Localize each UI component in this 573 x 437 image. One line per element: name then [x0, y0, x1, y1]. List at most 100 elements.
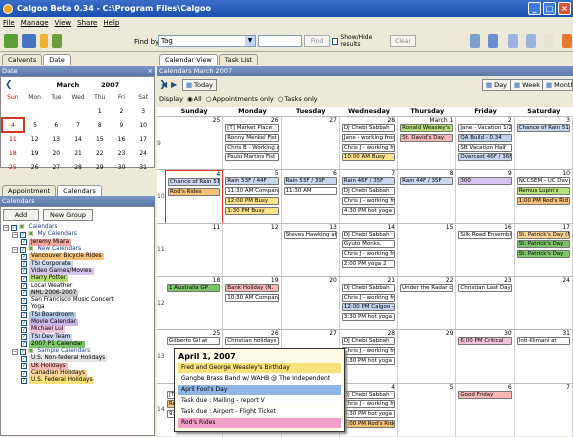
- calendar-tree-item[interactable]: ✓ 2007 P1 Calendar: [3, 340, 116, 348]
- mini-calendar-day[interactable]: 6: [45, 118, 67, 132]
- calendar-icon[interactable]: [22, 33, 36, 48]
- sort-asc-icon[interactable]: [488, 34, 498, 48]
- calendar-checkbox[interactable]: ✓: [21, 297, 27, 304]
- calendar-event[interactable]: Jane - Vacation 1/2: [458, 124, 512, 132]
- mini-calendar-day[interactable]: 2: [111, 104, 133, 118]
- calendar-event[interactable]: Chance of Rain 51F: [516, 124, 570, 132]
- calendar-tree-item[interactable]: ✓ UK Holidays: [3, 362, 116, 370]
- calendar-event[interactable]: QA Build - 0.34: [458, 133, 512, 142]
- popup-event[interactable]: Fred and George Weasley's Birthday: [178, 363, 341, 373]
- calendar-event[interactable]: DJ Chebi Sabbah: [341, 283, 396, 292]
- day-cell[interactable]: 4 Chance of Rain 51F Rod's Rides: [165, 170, 224, 224]
- expand-icon[interactable]: −: [3, 224, 9, 231]
- calendar-checkbox[interactable]: ✓: [20, 348, 26, 355]
- next-period-icon[interactable]: ▶: [171, 80, 177, 89]
- minimize-button[interactable]: _: [528, 2, 541, 15]
- calendar-event[interactable]: Ronald Weasley's: [400, 124, 454, 132]
- mini-calendar-day[interactable]: 15: [89, 132, 111, 146]
- menu-file[interactable]: File: [3, 19, 15, 27]
- calendar-event[interactable]: 10:00 AM Busy: [341, 153, 396, 162]
- calendar-event[interactable]: Steves Hawking at: [283, 230, 337, 239]
- day-cell[interactable]: 25: [165, 117, 224, 171]
- calendar-event[interactable]: Under the Radar conference: [400, 283, 454, 292]
- prev-month-icon[interactable]: ❮: [5, 80, 13, 90]
- mini-calendar-day[interactable]: 25: [2, 160, 24, 174]
- week-view-button[interactable]: ▦ Week: [510, 79, 544, 91]
- day-cell[interactable]: 7: [515, 383, 573, 437]
- day-cell[interactable]: 24: [515, 276, 573, 331]
- calendar-event[interactable]: Chris J - working from: [341, 400, 396, 409]
- day-cell[interactable]: 16Silk Road Ensemble with Yo-Yo Ma at: [456, 223, 515, 277]
- calendar-event[interactable]: Christian holidays: [225, 337, 279, 346]
- mini-calendar-day[interactable]: 24: [132, 146, 154, 160]
- calendar-checkbox[interactable]: ✓: [21, 370, 27, 377]
- calendar-event[interactable]: Silk Road Ensemble with Yo-Yo Ma at: [458, 230, 512, 239]
- calendar-event[interactable]: NCCSEM - UC Dav: [516, 177, 570, 186]
- mini-calendar-day[interactable]: 7: [67, 118, 89, 132]
- calendar-event[interactable]: DJ Chebi Sabbah: [341, 390, 396, 399]
- expand-icon[interactable]: −: [12, 231, 18, 238]
- tab-calvents[interactable]: Calvents: [2, 54, 43, 65]
- calendar-event[interactable]: DJ Chebi Sabbah: [341, 337, 396, 346]
- day-cell[interactable]: 6 Rain 53F / 39F 11:30 AM: [282, 170, 340, 224]
- mini-calendar-day[interactable]: 11: [2, 132, 24, 146]
- refresh-icon[interactable]: [470, 34, 480, 48]
- calendar-checkbox[interactable]: ✓: [21, 334, 27, 341]
- calendar-event[interactable]: 11:30 AM Company: [225, 187, 279, 196]
- calendar-tree-item[interactable]: ✓ U.S. Federal Holidays: [3, 377, 116, 385]
- calendar-event[interactable]: Paulo Martins Fist: [225, 153, 279, 162]
- calendar-event[interactable]: St. Patrick's Day: [516, 250, 570, 259]
- calendar-event[interactable]: 4:30 PM hot yoga 2: [341, 410, 396, 419]
- day-cell[interactable]: 14 DJ Chebi Sabbah Gyuto Monks, Chris J - w…: [340, 223, 399, 277]
- calendar-event[interactable]: 3:30 PM hot yoga 2: [341, 313, 396, 322]
- calendar-event[interactable]: 1 Australia GP: [167, 283, 221, 292]
- calendar-checkbox[interactable]: ✓: [21, 283, 27, 290]
- calendar-tree-item[interactable]: ✓ Harry Potter: [3, 275, 116, 283]
- calendar-checkbox[interactable]: ✓: [21, 326, 27, 333]
- calendar-checkbox[interactable]: ✓: [21, 253, 27, 260]
- calendar-event[interactable]: Bank Holiday (N.: [225, 283, 279, 292]
- mini-calendar-day[interactable]: 13: [45, 132, 67, 146]
- calendar-checkbox[interactable]: ✓: [21, 355, 27, 362]
- mini-calendar-day[interactable]: 3: [132, 104, 154, 118]
- mini-calendar-day[interactable]: 10: [132, 118, 154, 132]
- menu-manage[interactable]: Manage: [21, 19, 49, 27]
- calendar-event[interactable]: Overcast 46F / 36F: [458, 153, 512, 162]
- calendar-tree-item[interactable]: − ✓ ▣ Sample Calendars: [3, 348, 116, 355]
- calendar-tree-item[interactable]: − ✓ ▣ New Calendars: [3, 246, 116, 253]
- new-group-button[interactable]: New Group: [43, 209, 93, 221]
- calendar-checkbox[interactable]: ✓: [21, 341, 27, 348]
- calendar-event[interactable]: Chris J - working from: [341, 250, 396, 259]
- calendar-tree-item[interactable]: − ✓ ▣ Calendars: [3, 224, 116, 231]
- radio-tasks[interactable]: ○: [278, 95, 284, 103]
- calendar-tree-item[interactable]: ✓ U.S. Non-federal Holidays: [3, 355, 116, 363]
- day-cell[interactable]: March 1 Ronald Weasley's St. David's Day: [398, 117, 457, 171]
- calendar-checkbox[interactable]: ✓: [21, 239, 27, 246]
- day-cell[interactable]: 13 Steves Hawking at: [282, 223, 340, 277]
- calendar-event[interactable]: 4:30 PM hot yoga 2: [341, 206, 396, 215]
- mini-calendar-day[interactable]: 23: [111, 146, 133, 160]
- calendar-tree-item[interactable]: ✓ TSI Corporate: [3, 260, 116, 268]
- calendar-event[interactable]: DJ Chebi Sabbah: [341, 124, 396, 132]
- tab-calendar-view[interactable]: Calendar View: [159, 54, 218, 65]
- calendar-checkbox[interactable]: ✓: [21, 261, 27, 268]
- popup-event[interactable]: Task due : Airport - Flight Ticket: [178, 407, 341, 417]
- calendar-tree-item[interactable]: − ✓ ▣ My Calendars: [3, 231, 116, 238]
- calendar-event[interactable]: 11:30 AM: [283, 187, 337, 196]
- calendar-checkbox[interactable]: ✓: [21, 312, 27, 319]
- tab-task-list[interactable]: Task List: [218, 54, 259, 65]
- day-cell[interactable]: 17 St. Patrick's Day (N St. Patrick's Day S…: [515, 223, 573, 277]
- mini-calendar-day[interactable]: 30: [111, 160, 133, 174]
- calendar-event[interactable]: Rain 44F / 35F: [400, 177, 454, 186]
- day-cell[interactable]: 31 Inti-Illimani at: [515, 330, 573, 384]
- find-by-select[interactable]: Tag ▼: [158, 35, 256, 47]
- mini-calendar-day[interactable]: 31: [132, 160, 154, 174]
- calendar-event[interactable]: Rod's Rides: [168, 188, 221, 197]
- calendar-event[interactable]: Rain 53F / 44F: [225, 177, 279, 186]
- day-cell[interactable]: 4DJ Chebi SabbahChris J - working from4:…: [340, 383, 399, 437]
- mini-calendar-day[interactable]: 29: [89, 160, 111, 174]
- calendar-event[interactable]: 2:00 PM yoga 2: [341, 259, 396, 268]
- mini-calendar-day[interactable]: 16: [111, 132, 133, 146]
- day-cell[interactable]: 9 300: [456, 170, 515, 224]
- prev-period-icon[interactable]: ◀: [161, 80, 167, 89]
